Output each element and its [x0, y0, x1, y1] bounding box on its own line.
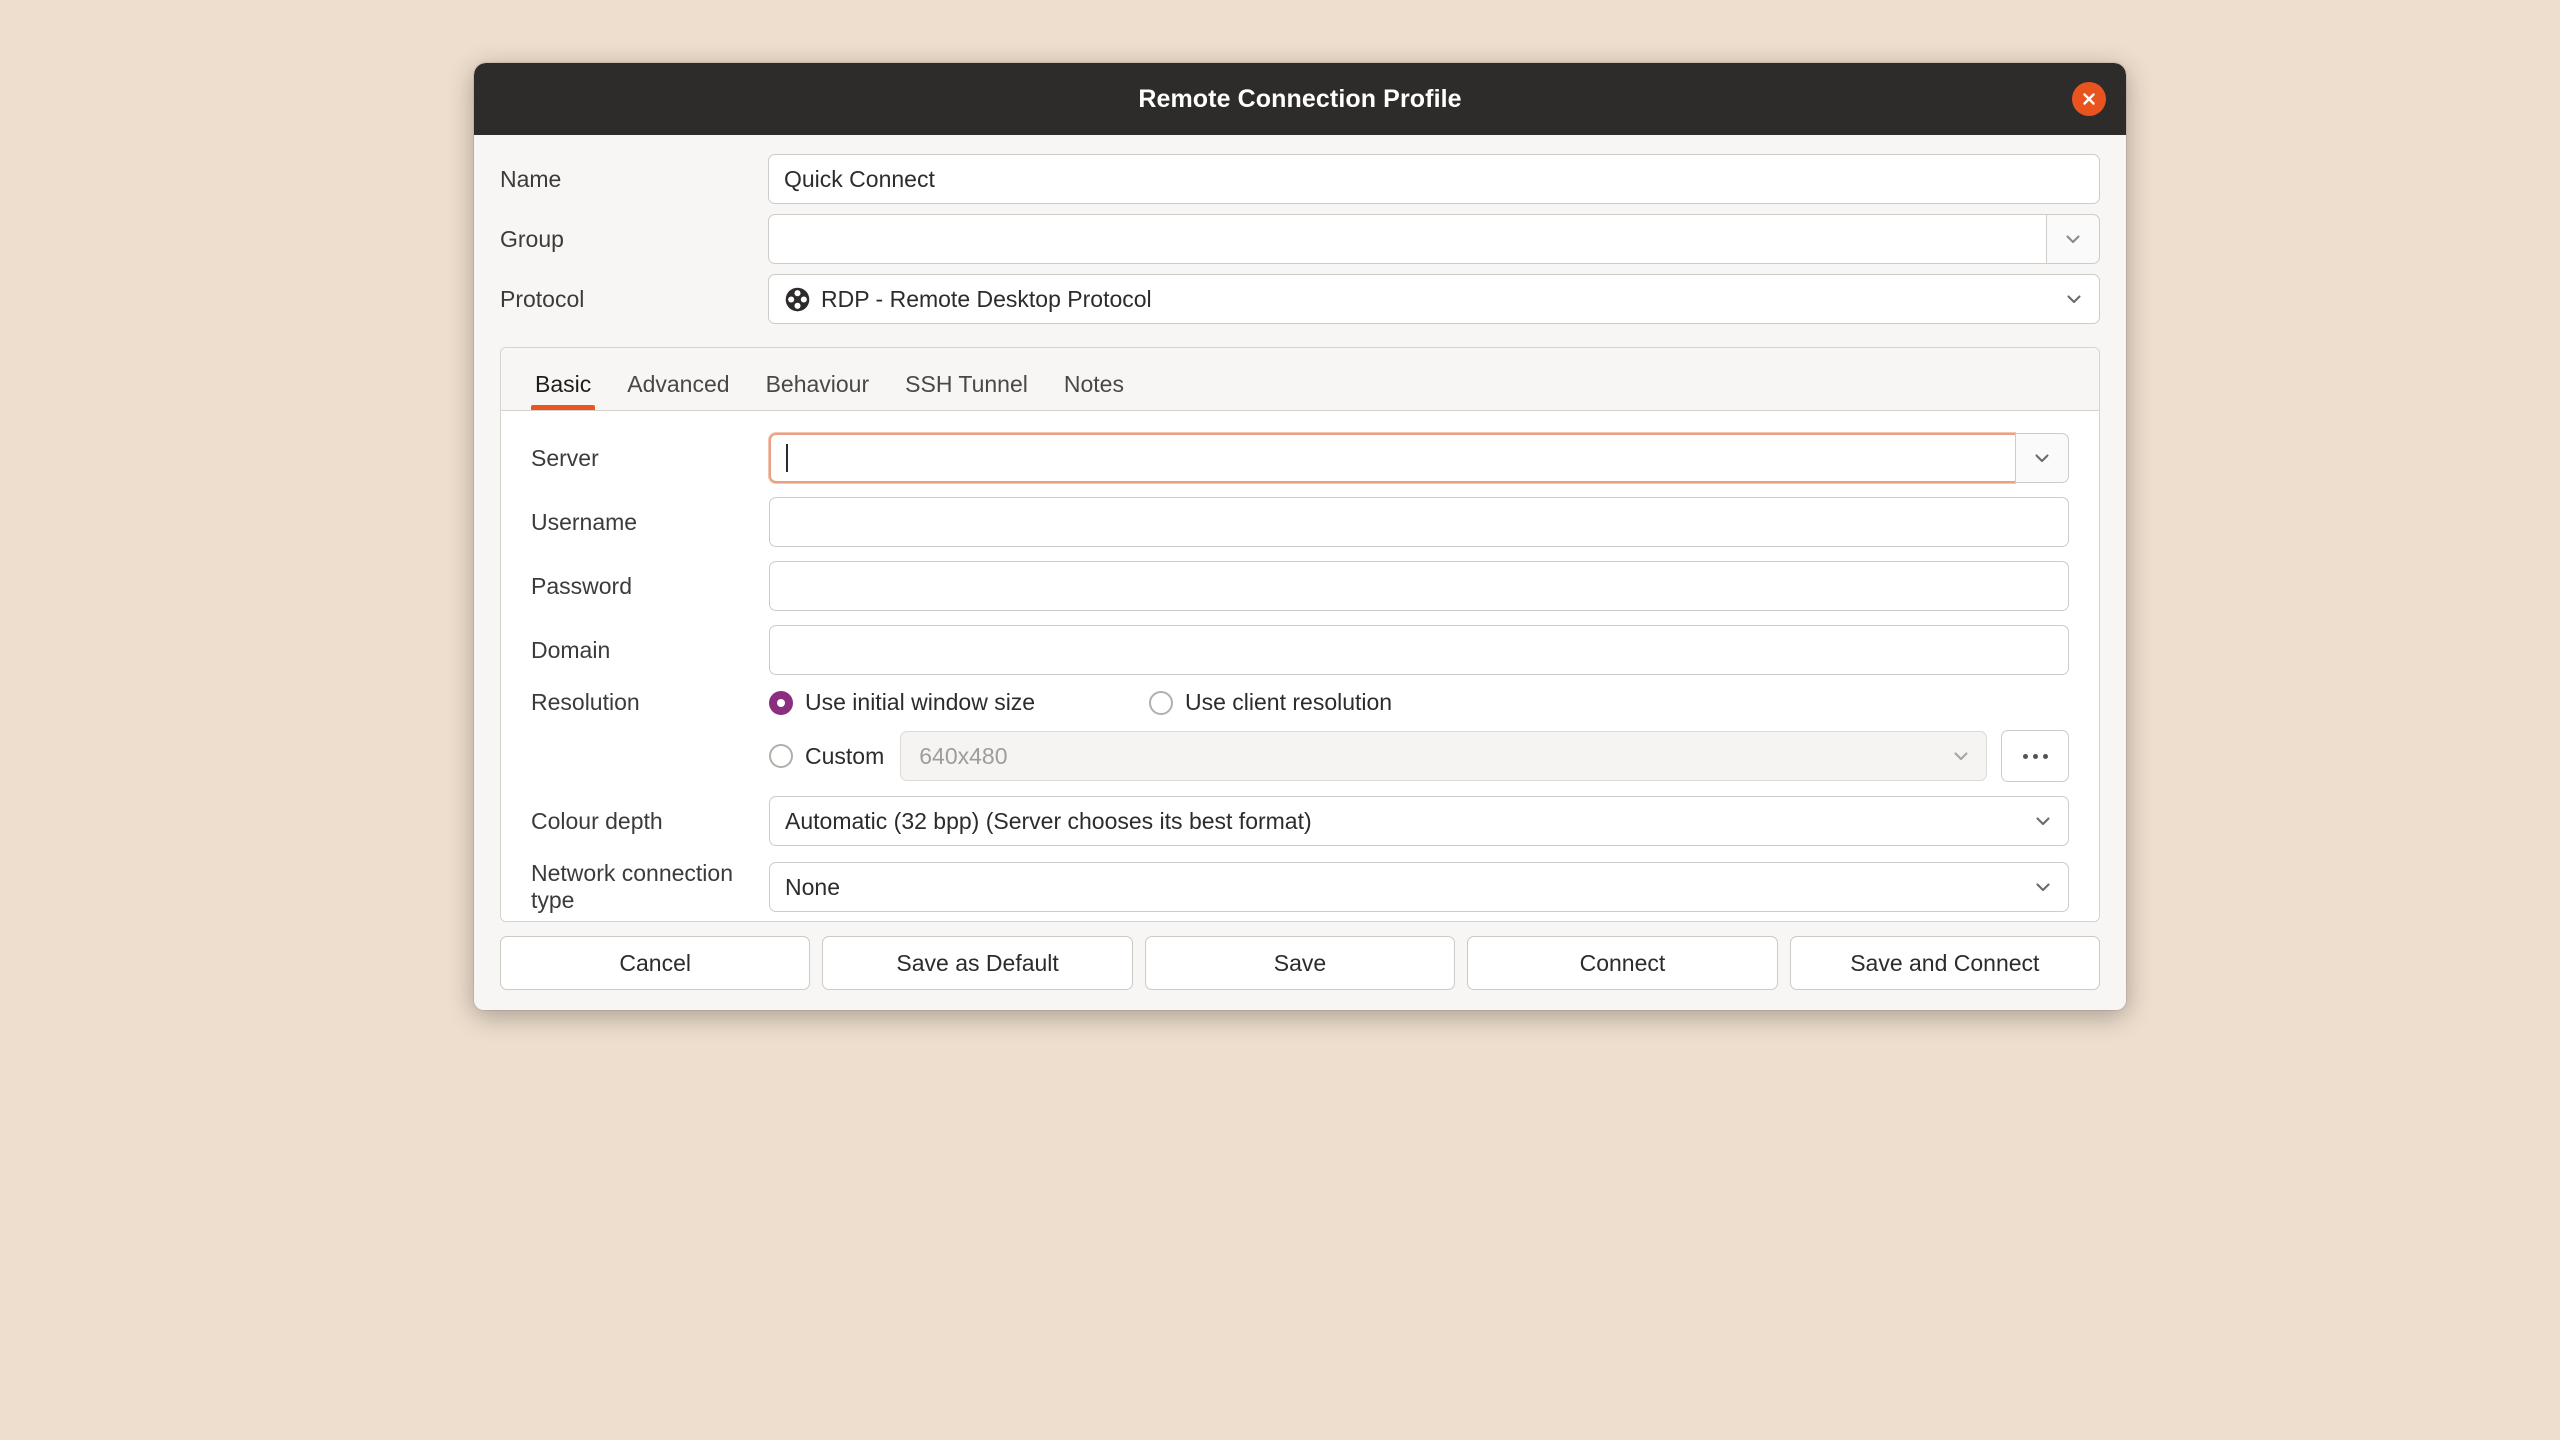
save-button[interactable]: Save	[1144, 936, 1456, 990]
domain-input[interactable]	[769, 625, 2069, 675]
close-icon[interactable]	[2072, 82, 2106, 116]
radio-use-client-resolution-label: Use client resolution	[1185, 689, 1393, 715]
save-and-connect-button[interactable]: Save and Connect	[1789, 936, 2101, 990]
resolution-browse-button[interactable]	[2001, 730, 2069, 782]
protocol-row: Protocol RDP - Remote Desktop Protocol	[500, 273, 2100, 325]
password-input[interactable]	[769, 561, 2069, 611]
chevron-down-icon[interactable]	[2015, 433, 2069, 483]
username-row: Username	[531, 497, 2069, 547]
group-combobox[interactable]	[768, 214, 2100, 264]
tab-advanced[interactable]: Advanced	[609, 348, 747, 410]
window-title: Remote Connection Profile	[1138, 84, 1462, 113]
tab-behaviour[interactable]: Behaviour	[748, 348, 888, 410]
radio-use-client-resolution[interactable]: Use client resolution	[1149, 689, 1392, 716]
tab-basic-label: Basic	[535, 371, 592, 397]
group-row: Group	[500, 213, 2100, 265]
cancel-button[interactable]: Cancel	[500, 936, 811, 990]
colour-depth-value: Automatic (32 bpp) (Server chooses its b…	[785, 807, 1312, 834]
settings-notebook: Basic Advanced Behaviour SSH Tunnel Note…	[500, 347, 2100, 922]
colour-depth-row: Colour depth Automatic (32 bpp) (Server …	[531, 796, 2069, 846]
colour-depth-label: Colour depth	[531, 807, 663, 834]
server-combobox[interactable]	[769, 433, 2069, 483]
chevron-down-icon	[2036, 817, 2050, 826]
custom-resolution-combobox[interactable]: 640x480	[900, 731, 1987, 781]
server-label: Server	[531, 444, 599, 471]
tab-notes-label: Notes	[1063, 371, 1124, 397]
network-connection-type-label: Network connection type	[531, 860, 733, 913]
protocol-value: RDP - Remote Desktop Protocol	[821, 285, 1152, 312]
tab-behaviour-label: Behaviour	[765, 371, 870, 397]
tab-notes[interactable]: Notes	[1046, 348, 1142, 410]
radio-use-initial-window-size-label: Use initial window size	[805, 689, 1036, 715]
radio-use-initial-window-size[interactable]: Use initial window size	[769, 689, 1149, 716]
radio-unselected-icon	[1149, 690, 1173, 715]
server-input[interactable]	[769, 433, 2015, 483]
ellipsis-icon	[2022, 753, 2028, 759]
name-input-value: Quick Connect	[784, 165, 935, 192]
username-input[interactable]	[769, 497, 2069, 547]
tab-ssh-tunnel[interactable]: SSH Tunnel	[887, 348, 1046, 410]
ellipsis-icon	[2032, 753, 2038, 759]
save-as-default-button[interactable]: Save as Default	[822, 936, 1133, 990]
chevron-down-icon	[2067, 295, 2081, 304]
chevron-down-icon[interactable]	[2046, 214, 2100, 264]
resolution-label: Resolution	[531, 689, 640, 715]
network-connection-type-value: None	[785, 873, 840, 900]
server-row: Server	[531, 433, 2069, 483]
password-label: Password	[531, 572, 632, 599]
tab-advanced-label: Advanced	[627, 371, 730, 397]
rdp-protocol-icon	[785, 287, 810, 311]
custom-resolution-row: Custom 640x480	[531, 730, 2069, 782]
name-input[interactable]: Quick Connect	[768, 154, 2100, 204]
profile-header-form: Name Quick Connect Group Protocol RDP - …	[474, 135, 2126, 339]
chevron-down-icon	[1954, 752, 1968, 761]
tab-ssh-tunnel-label: SSH Tunnel	[905, 371, 1028, 397]
protocol-dropdown[interactable]: RDP - Remote Desktop Protocol	[768, 274, 2100, 324]
network-connection-type-dropdown[interactable]: None	[769, 862, 2069, 912]
dialog-action-bar: Cancel Save as Default Save Connect Save…	[474, 922, 2126, 1010]
colour-depth-dropdown[interactable]: Automatic (32 bpp) (Server chooses its b…	[769, 796, 2069, 846]
radio-unselected-icon	[769, 744, 793, 768]
ellipsis-icon	[2042, 753, 2048, 759]
username-label: Username	[531, 508, 638, 535]
text-cursor	[786, 444, 788, 472]
network-connection-type-row: Network connection type None	[531, 860, 2069, 914]
password-row: Password	[531, 561, 2069, 611]
connect-button[interactable]: Connect	[1467, 936, 1778, 990]
radio-selected-icon	[769, 690, 793, 715]
name-label: Name	[500, 165, 562, 192]
tab-basic[interactable]: Basic	[517, 348, 609, 410]
group-input[interactable]	[768, 214, 2046, 264]
titlebar: Remote Connection Profile	[474, 63, 2126, 135]
name-row: Name Quick Connect	[500, 153, 2100, 205]
basic-tab-page: Server Username Password Domain Resoluti…	[501, 411, 2099, 921]
desktop-background: Remote Connection Profile Name Quick Con…	[0, 0, 2560, 1440]
chevron-down-icon	[2036, 883, 2050, 892]
resolution-row: Resolution Use initial window size Use c…	[531, 689, 2069, 716]
group-label: Group	[500, 225, 564, 252]
domain-row: Domain	[531, 625, 2069, 675]
custom-resolution-placeholder: 640x480	[919, 742, 1008, 769]
radio-custom-label: Custom	[805, 742, 885, 769]
remote-connection-profile-dialog: Remote Connection Profile Name Quick Con…	[474, 63, 2126, 1010]
protocol-label: Protocol	[500, 285, 585, 312]
domain-label: Domain	[531, 636, 611, 663]
tab-strip: Basic Advanced Behaviour SSH Tunnel Note…	[501, 348, 2099, 411]
radio-custom-resolution[interactable]: Custom	[769, 743, 884, 770]
